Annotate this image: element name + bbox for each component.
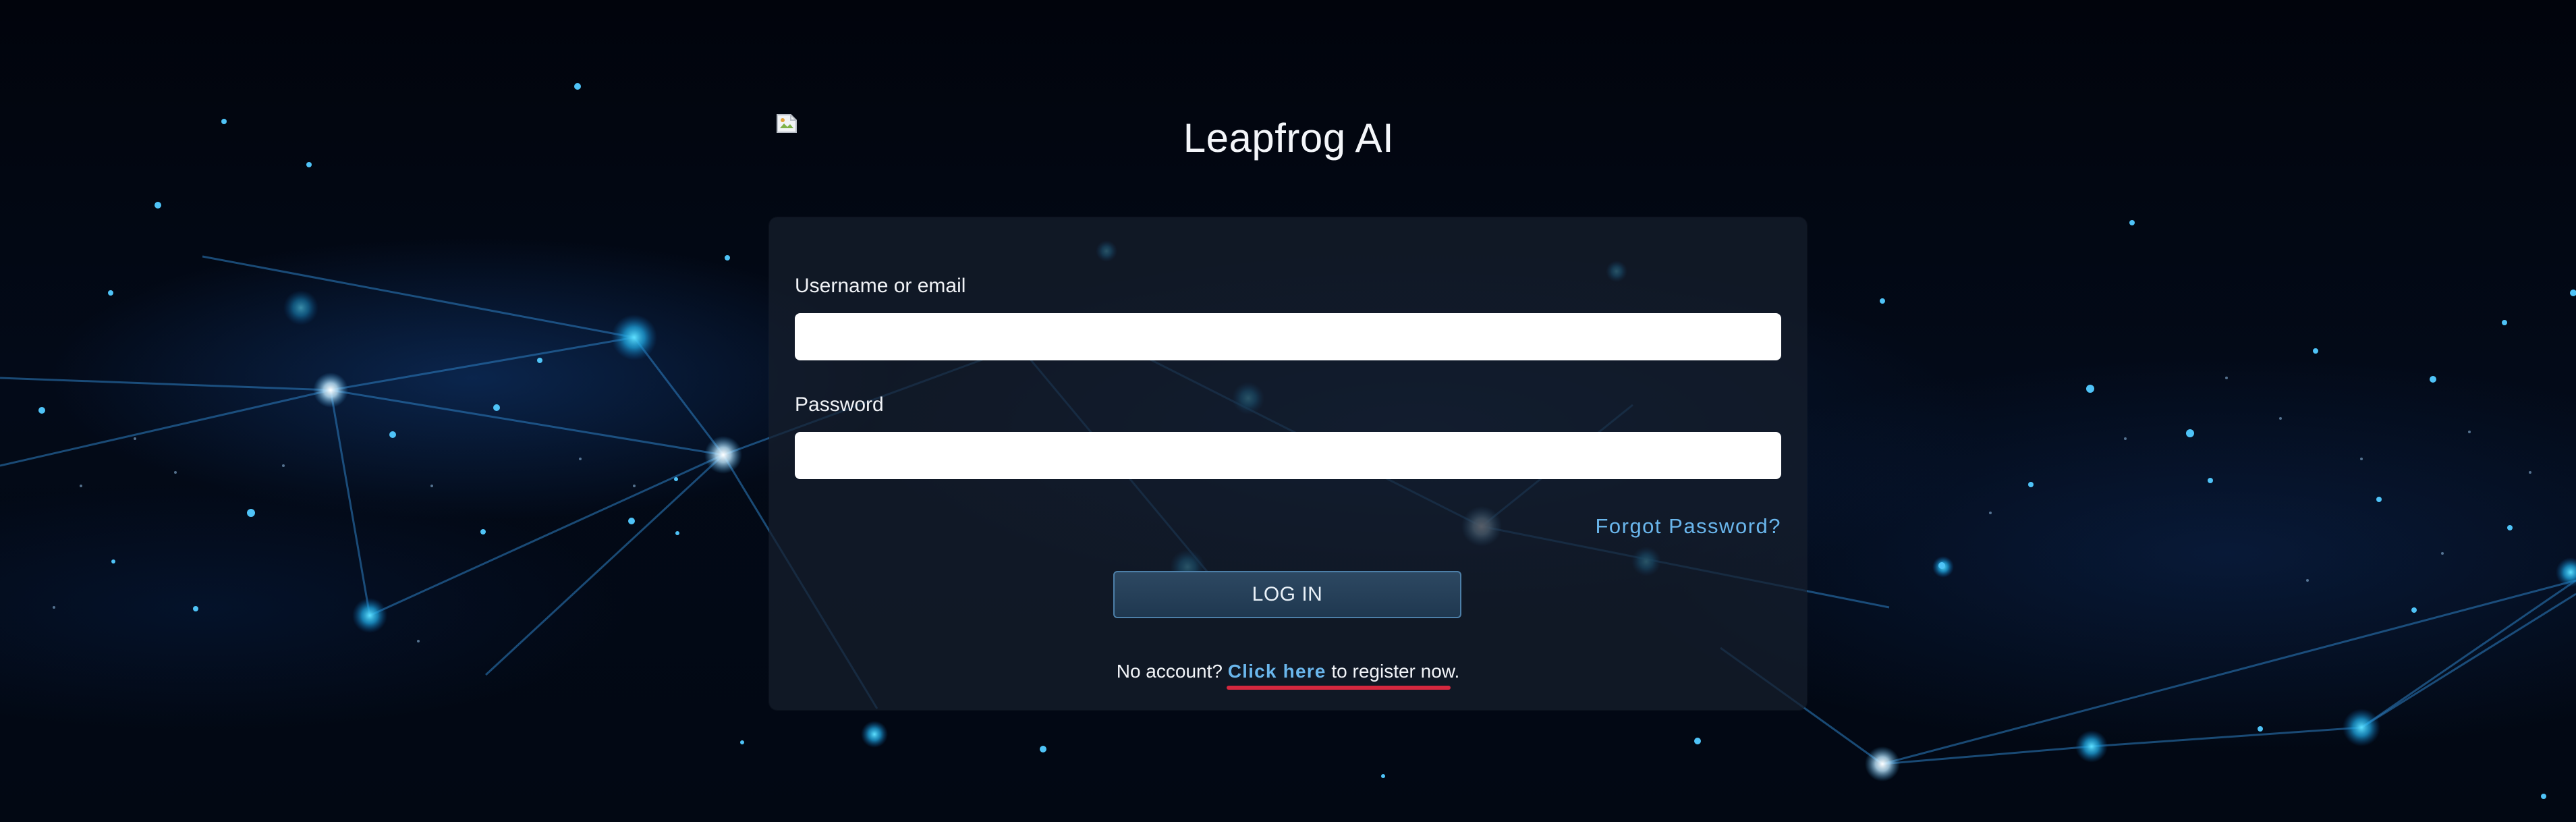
- username-label: Username or email: [795, 275, 966, 297]
- register-suffix-text: to register now.: [1331, 661, 1460, 682]
- register-prompt: No account? Click here to register now.: [769, 659, 1807, 684]
- login-page: Leapfrog AI Username or email Password F…: [0, 0, 2576, 822]
- register-link-highlight: [1227, 686, 1451, 690]
- app-header: Leapfrog AI: [769, 108, 1808, 169]
- app-title: Leapfrog AI: [1183, 115, 1395, 161]
- register-prefix-text: No account?: [1116, 661, 1223, 682]
- forgot-password-link[interactable]: Forgot Password?: [1595, 513, 1781, 540]
- password-input[interactable]: [795, 432, 1781, 479]
- username-input[interactable]: [795, 313, 1781, 360]
- register-link[interactable]: Click here: [1228, 661, 1326, 682]
- login-card: Username or email Password Forgot Passwo…: [769, 217, 1807, 710]
- password-label: Password: [795, 393, 884, 416]
- login-button[interactable]: LOG IN: [1113, 571, 1461, 618]
